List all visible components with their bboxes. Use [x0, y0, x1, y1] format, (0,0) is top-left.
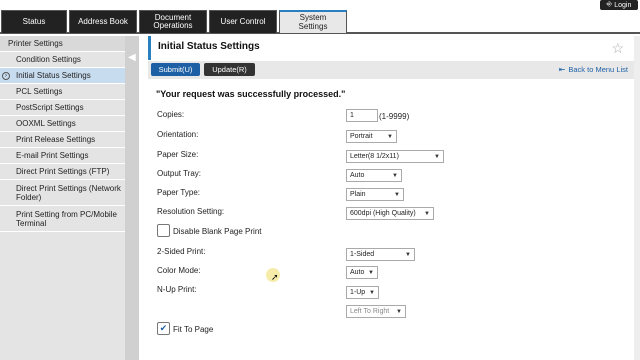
- sidebar-item-email-print-settings[interactable]: E-mail Print Settings: [0, 148, 125, 164]
- mouse-cursor-icon: ➚: [271, 272, 279, 282]
- update-button[interactable]: Update(R): [204, 63, 255, 76]
- sidebar-item-condition-settings[interactable]: Condition Settings: [0, 52, 125, 68]
- title-bar: Initial Status Settings ☆: [148, 36, 634, 60]
- color-mode-select[interactable]: Auto ▼: [346, 266, 378, 279]
- nup-select[interactable]: 1-Up ▼: [346, 286, 379, 299]
- sidebar-item-direct-print-ftp[interactable]: Direct Print Settings (FTP): [0, 164, 125, 180]
- sidebar-item-printer-settings[interactable]: Printer Settings: [0, 36, 125, 52]
- resolution-label: Resolution Setting:: [157, 207, 225, 216]
- tab-status[interactable]: Status: [1, 10, 67, 34]
- sidebar-collapse-handle[interactable]: ◀: [125, 36, 139, 360]
- chevron-down-icon: ▼: [434, 153, 440, 160]
- orientation-select[interactable]: Portrait ▼: [346, 130, 397, 143]
- output-tray-value: Auto: [350, 172, 365, 179]
- chevron-down-icon: ▼: [369, 289, 375, 296]
- orientation-value: Portrait: [350, 133, 373, 140]
- chevron-down-icon: ▼: [424, 210, 430, 217]
- resolution-value: 600dpi (High Quality): [350, 210, 416, 217]
- two-sided-select[interactable]: 1-Sided ▼: [346, 248, 415, 261]
- nup-order-value: Left To Right: [350, 308, 390, 315]
- chevron-right-icon: ›: [2, 71, 10, 80]
- chevron-down-icon: ▼: [396, 308, 402, 315]
- disable-blank-page-checkbox[interactable]: [157, 224, 170, 237]
- nup-label: N-Up Print:: [157, 285, 197, 294]
- collapse-left-icon: ◀: [128, 52, 136, 63]
- tab-document-operations[interactable]: Document Operations: [139, 10, 207, 34]
- color-mode-label: Color Mode:: [157, 266, 201, 275]
- scrollbar[interactable]: [634, 36, 640, 360]
- orientation-label: Orientation:: [157, 130, 199, 139]
- page-title: Initial Status Settings: [158, 41, 260, 52]
- sidebar-item-direct-print-network-folder[interactable]: Direct Print Settings (Network Folder): [0, 180, 125, 206]
- main-content: Initial Status Settings ☆ Submit(U) Upda…: [148, 36, 634, 360]
- chevron-down-icon: ▼: [392, 172, 398, 179]
- nup-value: 1-Up: [350, 289, 366, 296]
- tab-system-settings-label: System Settings: [298, 13, 328, 31]
- sidebar-item-ooxml-settings[interactable]: OOXML Settings: [0, 116, 125, 132]
- copies-label: Copies:: [157, 110, 185, 119]
- output-tray-select[interactable]: Auto ▼: [346, 169, 402, 182]
- sidebar-item-pcl-settings[interactable]: PCL Settings: [0, 84, 125, 100]
- paper-size-label: Paper Size:: [157, 150, 199, 159]
- back-to-menu-link[interactable]: ⇤ Back to Menu List: [559, 65, 628, 74]
- login-button[interactable]: ⎆ Login: [600, 0, 638, 10]
- sidebar-item-initial-status-settings[interactable]: › Initial Status Settings: [0, 68, 125, 84]
- paper-type-select[interactable]: Plain ▼: [346, 188, 404, 201]
- tab-document-operations-label: Document Operations: [153, 12, 193, 30]
- top-navigation: Status Address Book Document Operations …: [0, 0, 640, 34]
- disable-blank-page-label: Disable Blank Page Print: [173, 227, 262, 236]
- fit-to-page-label: Fit To Page: [173, 325, 214, 334]
- nup-order-select[interactable]: Left To Right ▼: [346, 305, 406, 318]
- login-icon: ⎆: [606, 1, 613, 8]
- back-to-menu-label: Back to Menu List: [568, 65, 628, 74]
- color-mode-value: Auto: [350, 269, 365, 276]
- chevron-down-icon: ▼: [387, 133, 393, 140]
- two-sided-value: 1-Sided: [350, 251, 375, 258]
- paper-type-value: Plain: [350, 191, 366, 198]
- chevron-down-icon: ▼: [368, 269, 374, 276]
- back-arrow-icon: ⇤: [558, 65, 566, 74]
- copies-input[interactable]: 1: [346, 109, 378, 122]
- status-message: "Your request was successfully processed…: [156, 89, 346, 99]
- fit-to-page-checkbox[interactable]: ✔: [157, 322, 170, 335]
- copies-range: (1-9999): [379, 112, 410, 121]
- chevron-down-icon: ▼: [394, 191, 400, 198]
- tab-system-settings[interactable]: System Settings: [279, 10, 347, 34]
- sidebar-item-print-setting-pc-mobile[interactable]: Print Setting from PC/Mobile Terminal: [0, 206, 125, 232]
- resolution-select[interactable]: 600dpi (High Quality) ▼: [346, 207, 434, 220]
- sidebar-item-print-release-settings[interactable]: Print Release Settings: [0, 132, 125, 148]
- star-icon[interactable]: ☆: [611, 40, 624, 57]
- tab-user-control[interactable]: User Control: [209, 10, 277, 34]
- sidebar-item-label: Initial Status Settings: [16, 71, 91, 80]
- submit-button[interactable]: Submit(U): [151, 63, 200, 76]
- two-sided-label: 2-Sided Print:: [157, 247, 206, 256]
- paper-type-label: Paper Type:: [157, 188, 200, 197]
- sidebar: Printer Settings Condition Settings › In…: [0, 36, 125, 360]
- chevron-down-icon: ▼: [405, 251, 411, 258]
- paper-size-value: Letter(8 1/2x11): [350, 153, 399, 160]
- tab-address-book[interactable]: Address Book: [69, 10, 137, 34]
- paper-size-select[interactable]: Letter(8 1/2x11) ▼: [346, 150, 444, 163]
- sidebar-item-postscript-settings[interactable]: PostScript Settings: [0, 100, 125, 116]
- output-tray-label: Output Tray:: [157, 169, 202, 178]
- action-bar: Submit(U) Update(R) ⇤ Back to Menu List: [148, 61, 634, 79]
- login-label: Login: [614, 1, 632, 9]
